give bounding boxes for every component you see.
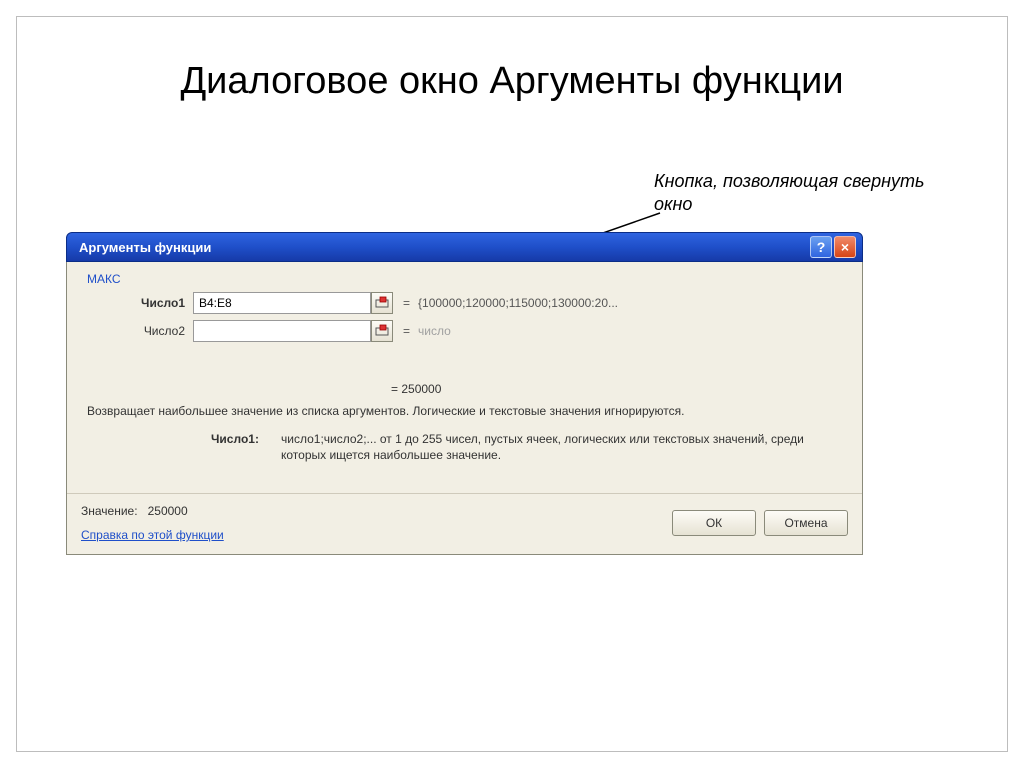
collapse-icon — [375, 296, 389, 310]
value-label: Значение: — [81, 504, 138, 518]
annotation-text: Кнопка, позволяющая свернуть окно — [654, 170, 964, 215]
help-link[interactable]: Справка по этой функции — [81, 528, 224, 542]
titlebar: Аргументы функции ? × — [66, 232, 863, 262]
argument-help: Число1: число1;число2;... от 1 до 255 чи… — [81, 432, 848, 463]
footer-row: Значение: 250000 Справка по этой функции… — [81, 504, 848, 542]
equals-sign: = — [403, 324, 410, 338]
help-button[interactable]: ? — [810, 236, 832, 258]
arg1-label: Число1 — [81, 296, 193, 310]
arg1-input[interactable] — [193, 292, 371, 314]
dialog-body: МАКС Число1 = {100000;120000;115000;1300… — [66, 262, 863, 555]
cancel-button[interactable]: Отмена — [764, 510, 848, 536]
arg2-preview: число — [418, 324, 451, 338]
result-prefix: = — [391, 382, 401, 396]
collapse-button[interactable] — [371, 320, 393, 342]
arg-help-text: число1;число2;... от 1 до 255 чисел, пус… — [281, 432, 848, 463]
value-result: 250000 — [148, 504, 188, 518]
collapse-icon — [375, 324, 389, 338]
dialog-window: Аргументы функции ? × МАКС Число1 = {100… — [66, 232, 863, 555]
function-name: МАКС — [87, 272, 848, 286]
close-button[interactable]: × — [834, 236, 856, 258]
function-description: Возвращает наибольшее значение из списка… — [81, 404, 848, 418]
arg-help-label: Число1: — [211, 432, 281, 463]
titlebar-title: Аргументы функции — [79, 240, 808, 255]
equals-sign: = — [403, 296, 410, 310]
arg2-input[interactable] — [193, 320, 371, 342]
ok-button[interactable]: ОК — [672, 510, 756, 536]
result-line: = 250000 — [391, 382, 848, 396]
page-title: Диалоговое окно Аргументы функции — [0, 60, 1024, 103]
argument-row: Число1 = {100000;120000;115000;130000:20… — [81, 292, 848, 314]
arg1-preview: {100000;120000;115000;130000:20... — [418, 296, 618, 310]
result-value: 250000 — [401, 382, 441, 396]
arg2-label: Число2 — [81, 324, 193, 338]
argument-row: Число2 = число — [81, 320, 848, 342]
collapse-button[interactable] — [371, 292, 393, 314]
divider — [67, 493, 862, 494]
